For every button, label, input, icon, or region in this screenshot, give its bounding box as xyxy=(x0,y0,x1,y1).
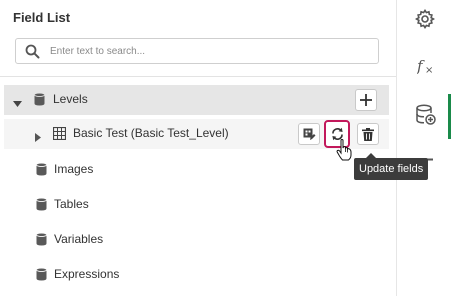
database-icon xyxy=(36,163,47,181)
tree-item-label: Basic Test (Basic Test_Level) xyxy=(73,126,229,140)
database-icon xyxy=(36,198,47,216)
tree-item-basic-test[interactable]: Basic Test (Basic Test_Level) xyxy=(4,119,389,149)
database-icon xyxy=(36,268,47,286)
tooltip-arrow xyxy=(366,153,376,158)
tree-item-label: Levels xyxy=(53,92,88,106)
tree-item-label: Images xyxy=(54,162,94,176)
search-box[interactable] xyxy=(15,38,379,64)
panel-title: Field List xyxy=(13,10,71,25)
tree-item-label: Expressions xyxy=(54,267,120,281)
hand-cursor-icon xyxy=(336,138,353,166)
divider xyxy=(0,76,396,77)
tree-item-levels[interactable]: Levels xyxy=(4,85,389,115)
active-tab-indicator xyxy=(448,94,451,139)
tooltip-text: Update fields xyxy=(359,163,424,175)
table-grid-icon xyxy=(52,126,67,145)
function-icon[interactable]: f × xyxy=(416,56,437,81)
svg-text:×: × xyxy=(425,65,433,76)
database-add-icon[interactable] xyxy=(415,104,437,131)
tree-item-tables[interactable]: Tables xyxy=(4,190,389,220)
database-icon xyxy=(36,233,47,251)
right-rail: f × xyxy=(396,0,452,296)
tooltip: Update fields xyxy=(354,153,429,180)
tree-item-images[interactable]: Images xyxy=(4,155,389,185)
caret-down-icon[interactable] xyxy=(13,95,22,113)
search-icon xyxy=(25,44,40,64)
tree-item-variables[interactable]: Variables xyxy=(4,225,389,255)
svg-text:f: f xyxy=(417,57,425,75)
search-input[interactable] xyxy=(50,42,370,60)
tree-item-label: Variables xyxy=(54,232,104,246)
caret-right-icon[interactable] xyxy=(35,129,41,147)
delete-button[interactable] xyxy=(357,123,379,145)
edit-field-button[interactable] xyxy=(298,123,320,145)
database-icon xyxy=(34,93,45,111)
tree-item-label: Tables xyxy=(54,197,89,211)
gear-icon[interactable] xyxy=(414,9,436,34)
add-button[interactable] xyxy=(355,89,377,111)
tree-item-expressions[interactable]: Expressions xyxy=(4,260,389,290)
